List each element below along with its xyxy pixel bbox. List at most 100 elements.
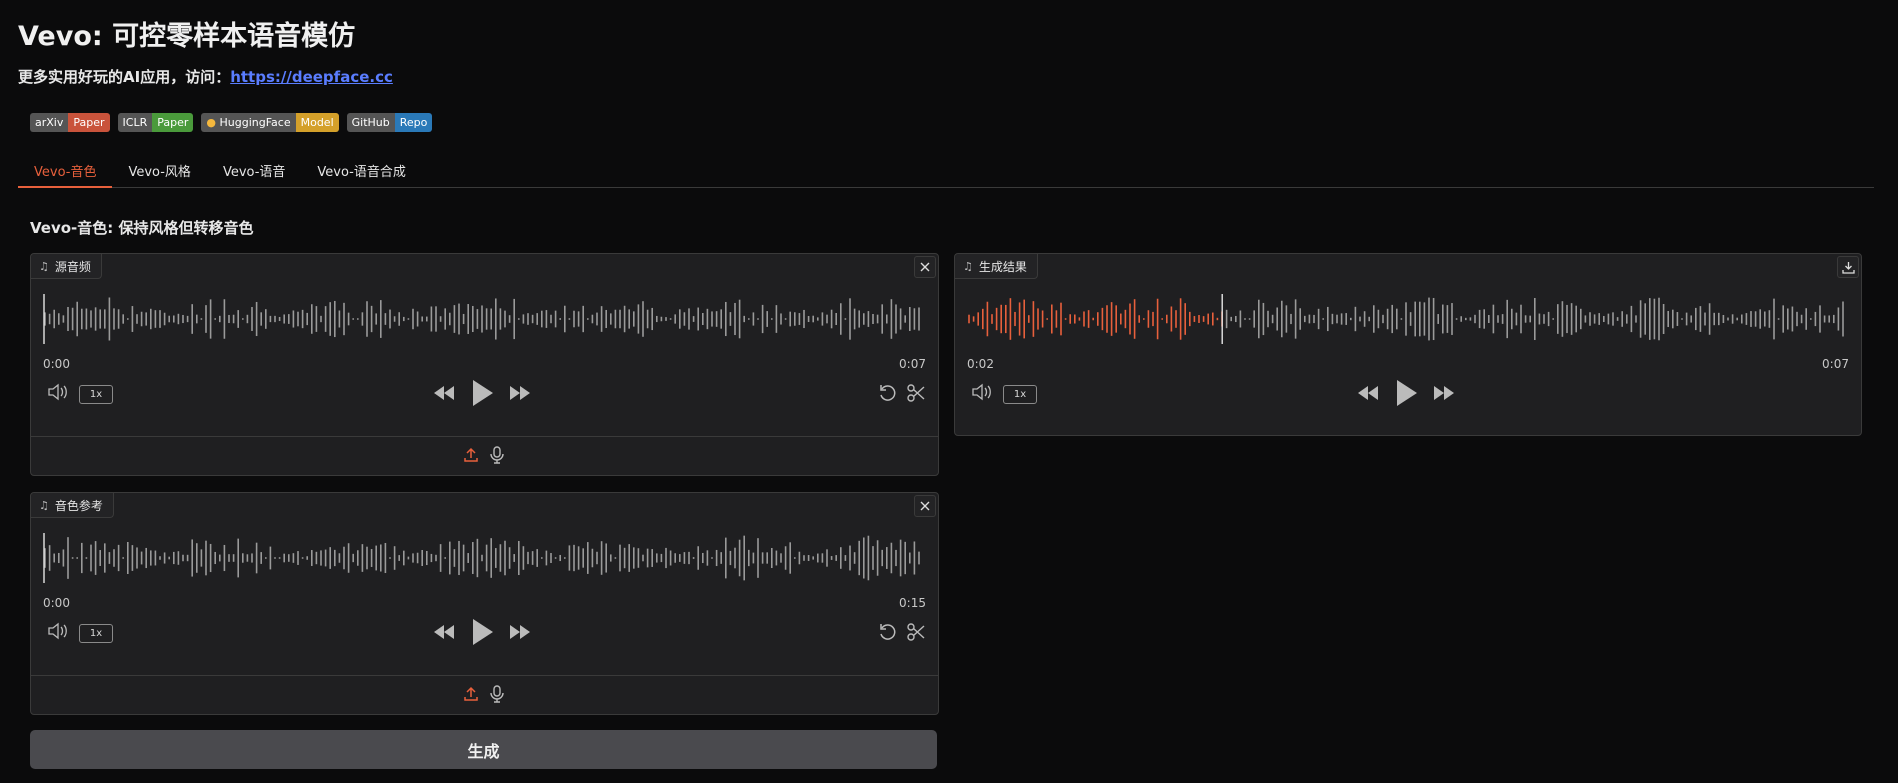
upload-button[interactable] [463, 686, 479, 702]
upload-button[interactable] [463, 447, 479, 463]
time-current: 0:00 [43, 596, 70, 610]
tab-vevo-style[interactable]: Vevo-风格 [112, 155, 206, 186]
close-icon [920, 501, 930, 511]
generate-button[interactable]: 生成 [30, 730, 937, 769]
iclr-badge[interactable]: ICLR Paper [117, 113, 194, 132]
source-audio-label: 源音频 [54, 259, 91, 274]
time-current: 0:00 [43, 357, 70, 371]
fast-forward-icon [510, 625, 530, 639]
playback-rate-button[interactable]: 1x [1003, 385, 1037, 404]
page-subtitle: 更多实用好玩的AI应用，访问：https://deepface.cc [18, 66, 393, 87]
playback-controls: 1x [955, 379, 1861, 409]
badge-right: Repo [394, 113, 433, 132]
rewind-button[interactable] [1357, 385, 1379, 401]
page-title: Vevo: 可控零样本语音模仿 [18, 21, 356, 52]
reset-button[interactable] [878, 622, 898, 642]
rewind-icon [434, 386, 454, 400]
play-icon [473, 619, 493, 645]
playback-rate-button[interactable]: 1x [79, 624, 113, 643]
fast-forward-icon [510, 386, 530, 400]
upload-icon [464, 686, 478, 701]
source-selector [31, 675, 938, 714]
github-badge[interactable]: GitHub Repo [346, 113, 433, 132]
volume-button[interactable] [971, 383, 993, 401]
volume-icon [48, 622, 67, 640]
arxiv-badge[interactable]: arXiv Paper [30, 113, 110, 132]
tab-bar: Vevo-音色 Vevo-风格 Vevo-语音 Vevo-语音合成 [18, 155, 1874, 188]
microphone-button[interactable] [489, 685, 505, 703]
fast-forward-icon [1434, 386, 1454, 400]
play-icon [1397, 380, 1417, 406]
reference-audio-label: 音色参考 [54, 498, 103, 513]
music-note-icon: ♫ [39, 498, 49, 512]
download-button[interactable] [1837, 256, 1859, 278]
badge-left: ● HuggingFace [201, 113, 296, 132]
tab-vevo-timbre[interactable]: Vevo-音色 [18, 155, 113, 188]
time-duration: 0:15 [899, 596, 926, 610]
badge-right: Paper [152, 113, 194, 132]
badge-left: arXiv [30, 113, 69, 132]
reset-button[interactable] [878, 383, 898, 403]
rewind-button[interactable] [433, 385, 455, 401]
fast-forward-button[interactable] [1433, 385, 1455, 401]
huggingface-badge[interactable]: ● HuggingFace Model [201, 113, 339, 132]
microphone-button[interactable] [489, 446, 505, 464]
deepface-link[interactable]: https://deepface.cc [230, 68, 393, 86]
subtitle-text: 更多实用好玩的AI应用，访问： [18, 68, 231, 86]
volume-button[interactable] [47, 622, 69, 640]
playback-controls: 1x [31, 379, 938, 409]
panel-label: ♫ 源音频 [31, 254, 102, 279]
undo-icon [880, 624, 896, 640]
trim-button[interactable] [906, 383, 926, 403]
tab-vevo-voice[interactable]: Vevo-语音 [207, 155, 301, 186]
undo-icon [880, 385, 896, 401]
trim-button[interactable] [906, 622, 926, 642]
source-selector [31, 436, 938, 475]
rewind-button[interactable] [433, 624, 455, 640]
upload-icon [464, 447, 478, 462]
rewind-icon [1358, 386, 1378, 400]
fast-forward-button[interactable] [509, 624, 531, 640]
badge-right: Paper [68, 113, 110, 132]
result-waveform[interactable] [967, 292, 1847, 346]
play-button[interactable] [1395, 379, 1419, 407]
badge-row: arXiv Paper ICLR Paper ● HuggingFace Mod… [30, 113, 433, 132]
panel-label: ♫ 音色参考 [31, 493, 114, 518]
play-button[interactable] [471, 618, 495, 646]
playback-rate-button[interactable]: 1x [79, 385, 113, 404]
volume-button[interactable] [47, 383, 69, 401]
play-icon [473, 380, 493, 406]
music-note-icon: ♫ [963, 259, 973, 273]
clear-button[interactable] [914, 256, 936, 278]
result-audio-label: 生成结果 [978, 259, 1027, 274]
play-button[interactable] [471, 379, 495, 407]
microphone-icon [490, 685, 504, 703]
rewind-icon [434, 625, 454, 639]
playback-controls: 1x [31, 618, 938, 648]
badge-left: GitHub [346, 113, 395, 132]
clear-button[interactable] [914, 495, 936, 517]
reference-waveform[interactable] [43, 531, 923, 585]
music-note-icon: ♫ [39, 259, 49, 273]
hugging-face-icon: ● [206, 116, 216, 129]
time-duration: 0:07 [1822, 357, 1849, 371]
scissors-icon [907, 384, 925, 402]
section-title: Vevo-音色: 保持风格但转移音色 [30, 219, 254, 237]
badge-right: Model [295, 113, 339, 132]
source-waveform[interactable] [43, 292, 923, 346]
panel-label: ♫ 生成结果 [955, 254, 1038, 279]
badge-left: ICLR [117, 113, 153, 132]
volume-icon [972, 383, 991, 401]
source-audio-panel: ♫ 源音频 0:00 0:07 1x [30, 253, 939, 476]
volume-icon [48, 383, 67, 401]
time-duration: 0:07 [899, 357, 926, 371]
time-current: 0:02 [967, 357, 994, 371]
close-icon [920, 262, 930, 272]
result-audio-panel: ♫ 生成结果 0:02 0:07 1x [954, 253, 1862, 436]
reference-audio-panel: ♫ 音色参考 0:00 0:15 1x [30, 492, 939, 715]
download-icon [1841, 261, 1855, 274]
fast-forward-button[interactable] [509, 385, 531, 401]
microphone-icon [490, 446, 504, 464]
tab-vevo-tts[interactable]: Vevo-语音合成 [301, 155, 421, 186]
scissors-icon [907, 623, 925, 641]
